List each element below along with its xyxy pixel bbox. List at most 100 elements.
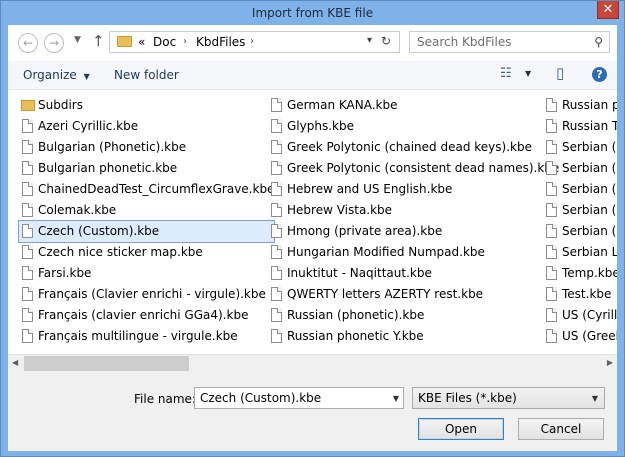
filename-input[interactable]: Czech (Custom).kbe ▼	[194, 387, 404, 409]
folder-item[interactable]: Subdirs	[19, 95, 274, 116]
file-item-label: Test.kbe	[562, 287, 612, 301]
search-input[interactable]: Search KbdFiles	[417, 35, 511, 49]
file-column-2: German KANA.kbe Glyphs.kbe Greek Polytonic…	[268, 95, 559, 347]
file-item[interactable]: Français (Clavier enrichi - virgule).kbe	[19, 284, 274, 305]
file-item[interactable]: German KANA.kbe	[268, 95, 559, 116]
file-item[interactable]: Russian phonetic Y.kbe	[268, 326, 559, 347]
file-list[interactable]: Subdirs Azeri Cyrillic.kbe Bulgarian (Phon…	[8, 90, 617, 354]
file-item-label: ChainedDeadTest_CircumflexGrave.kbe	[38, 182, 275, 196]
navigation-bar: ← → ▼ ↑ « Doc › KbdFiles › ▾ ↻ Search Kb…	[8, 25, 617, 61]
back-button[interactable]: ←	[18, 33, 38, 53]
refresh-icon[interactable]: ↻	[381, 34, 391, 48]
file-item-label: Hungarian Modified Numpad.kbe	[287, 245, 485, 259]
file-item[interactable]: Test.kbe	[543, 284, 617, 305]
file-item[interactable]: QWERTY letters AZERTY rest.kbe	[268, 284, 559, 305]
file-item[interactable]: Hebrew Vista.kbe	[268, 200, 559, 221]
file-item[interactable]: Colemak.kbe	[19, 200, 274, 221]
breadcrumb-doc[interactable]: Doc	[153, 35, 176, 49]
file-item[interactable]: Farsi.kbe	[19, 263, 274, 284]
close-button[interactable]: ✕	[597, 1, 619, 19]
view-options-icon[interactable]: ☷	[500, 66, 512, 81]
view-menu-arrow-icon[interactable]: ▼	[525, 69, 531, 78]
file-icon	[271, 182, 282, 196]
new-folder-button[interactable]: New folder	[114, 68, 179, 82]
up-button[interactable]: ↑	[92, 32, 105, 50]
file-item[interactable]: Russian pho	[543, 95, 617, 116]
file-item[interactable]: US (Greek o	[543, 326, 617, 347]
recent-locations-dropdown[interactable]: ▼	[74, 35, 81, 45]
file-item[interactable]: Azeri Cyrillic.kbe	[19, 116, 274, 137]
file-item[interactable]: Hmong (private area).kbe	[268, 221, 559, 242]
organize-button[interactable]: Organize ▼	[23, 68, 90, 82]
file-item-label: Serbian (Cy	[562, 140, 617, 154]
file-item[interactable]: Français (clavier enrichi GGa4).kbe	[19, 305, 274, 326]
file-icon	[271, 98, 282, 112]
cancel-button[interactable]: Cancel	[518, 418, 604, 440]
file-item[interactable]: Temp.kbe	[543, 263, 617, 284]
file-item[interactable]: Greek Polytonic (consistent dead names).…	[268, 158, 559, 179]
dialog-footer: File name: Czech (Custom).kbe ▼ KBE File…	[8, 371, 617, 451]
scroll-right-icon[interactable]: ▶	[607, 358, 613, 367]
file-icon	[22, 287, 33, 301]
file-item[interactable]: Serbian Lati	[543, 242, 617, 263]
title-bar[interactable]: Import from KBE file ✕	[1, 1, 624, 25]
search-icon[interactable]: ⚲	[594, 35, 603, 49]
file-item[interactable]: Serbian (Lat	[543, 200, 617, 221]
dialog-window: Import from KBE file ✕ ← → ▼ ↑ « Doc › K…	[0, 0, 625, 457]
file-item[interactable]: Serbian (Lat	[543, 221, 617, 242]
file-icon	[546, 308, 557, 322]
file-item-label: Français (clavier enrichi GGa4).kbe	[38, 308, 249, 322]
file-item-label: Hmong (private area).kbe	[287, 224, 443, 238]
search-box[interactable]: Search KbdFiles ⚲	[409, 31, 610, 53]
file-item-label: Temp.kbe	[562, 266, 617, 280]
filename-history-dropdown-icon[interactable]: ▼	[393, 394, 399, 403]
file-item[interactable]: Inuktitut - Naqittaut.kbe	[268, 263, 559, 284]
file-item-label: Russian (phonetic).kbe	[287, 308, 425, 322]
breadcrumb-overflow[interactable]: «	[138, 35, 145, 49]
breadcrumb-separator[interactable]: ›	[183, 36, 187, 47]
file-item[interactable]: Czech nice sticker map.kbe	[19, 242, 274, 263]
file-item[interactable]: Hungarian Modified Numpad.kbe	[268, 242, 559, 263]
file-item[interactable]: Czech (Custom).kbe	[17, 220, 276, 243]
file-item[interactable]: Russian (phonetic).kbe	[268, 305, 559, 326]
file-icon	[546, 98, 557, 112]
file-icon	[271, 119, 282, 133]
file-icon	[22, 203, 33, 217]
file-item-label: Hebrew and US English.kbe	[287, 182, 453, 196]
file-item[interactable]: Russian Tes	[543, 116, 617, 137]
open-button[interactable]: Open	[418, 418, 504, 440]
file-icon	[271, 287, 282, 301]
file-item[interactable]: Glyphs.kbe	[268, 116, 559, 137]
file-item[interactable]: Français multilingue - virgule.kbe	[19, 326, 274, 347]
scroll-thumb[interactable]	[24, 356, 189, 371]
folder-icon	[21, 100, 35, 111]
file-item[interactable]: Greek Polytonic (chained dead keys).kbe	[268, 137, 559, 158]
file-item[interactable]: Serbian (Lat	[543, 158, 617, 179]
help-icon[interactable]: ?	[592, 67, 607, 82]
file-icon	[271, 224, 282, 238]
scroll-left-icon[interactable]: ◀	[12, 358, 18, 367]
file-item-label: Russian Tes	[562, 119, 617, 133]
file-item[interactable]: Serbian (Lat	[543, 179, 617, 200]
file-icon	[22, 224, 33, 238]
breadcrumb-separator[interactable]: ›	[250, 36, 254, 47]
file-item[interactable]: Hebrew and US English.kbe	[268, 179, 559, 200]
file-icon	[271, 203, 282, 217]
file-item[interactable]: US (Cyrillic	[543, 305, 617, 326]
file-item[interactable]: Serbian (Cy	[543, 137, 617, 158]
file-item-label: Azeri Cyrillic.kbe	[38, 119, 139, 133]
file-item[interactable]: Bulgarian phonetic.kbe	[19, 158, 274, 179]
file-item-label: Serbian (Lat	[562, 224, 617, 238]
preview-pane-icon[interactable]: ▯	[556, 64, 564, 82]
file-item[interactable]: Bulgarian (Phonetic).kbe	[19, 137, 274, 158]
breadcrumb-kbdfiles[interactable]: KbdFiles	[196, 35, 245, 49]
file-item-label: Subdirs	[38, 98, 83, 112]
file-type-select[interactable]: KBE Files (*.kbe) ▼	[412, 387, 605, 409]
file-icon	[22, 182, 33, 196]
forward-button[interactable]: →	[44, 33, 64, 53]
address-bar[interactable]: « Doc › KbdFiles › ▾ ↻	[109, 31, 400, 53]
horizontal-scrollbar[interactable]: ◀ ▶	[8, 354, 617, 372]
address-dropdown-icon[interactable]: ▾	[367, 35, 372, 46]
file-item[interactable]: ChainedDeadTest_CircumflexGrave.kbe	[19, 179, 274, 200]
file-icon	[546, 140, 557, 154]
